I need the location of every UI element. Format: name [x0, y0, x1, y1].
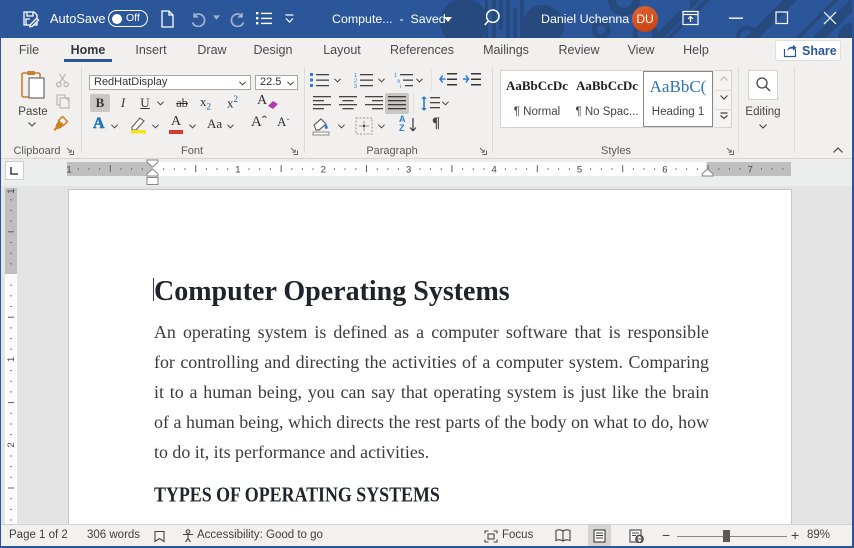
- svg-text:i: i: [400, 84, 401, 88]
- svg-text:3: 3: [406, 165, 411, 176]
- svg-text:2: 2: [6, 442, 17, 447]
- svg-text:2: 2: [321, 165, 326, 176]
- svg-text:1: 1: [6, 188, 17, 193]
- svg-text:6: 6: [662, 165, 667, 176]
- svg-text:5: 5: [577, 165, 582, 176]
- svg-text:3: 3: [354, 84, 357, 88]
- svg-text:4: 4: [491, 165, 496, 176]
- svg-text:1: 1: [235, 165, 240, 176]
- svg-text:1: 1: [6, 357, 17, 362]
- svg-text:7: 7: [748, 165, 753, 176]
- svg-text:1: 1: [66, 165, 71, 176]
